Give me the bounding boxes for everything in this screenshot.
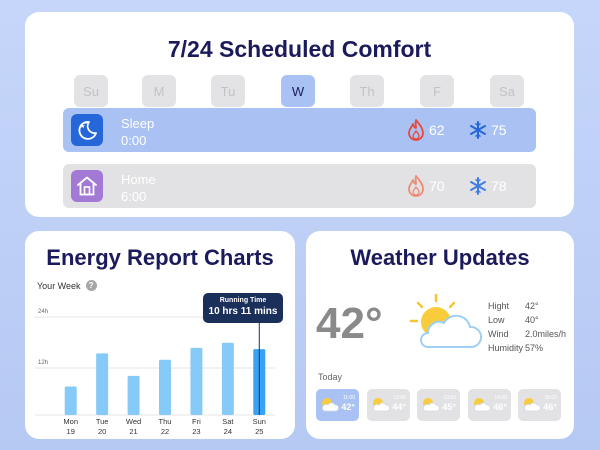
hourly-time: 13:00 [443, 395, 456, 401]
mode-row-home[interactable]: Home 6:00 70 78 [63, 164, 536, 208]
weather-stats: Hight 42° Low 40° Wind 2.0miles/h Humidi… [488, 301, 572, 357]
moon-stars-icon: ★ ★ [71, 114, 103, 146]
stat-high: Hight 42° [488, 301, 572, 315]
hourly-time: 15:00 [544, 395, 557, 401]
partly-cloudy-icon [322, 398, 339, 412]
mode-row-sleep[interactable]: ★ ★ Sleep 0:00 62 75 [63, 108, 536, 152]
hourly-tile[interactable]: 12:00 44° [367, 389, 410, 421]
hourly-temp: 44° [392, 402, 406, 412]
day-selector: Su M Tu W Th F Sa [74, 75, 539, 107]
mode-name: Sleep [121, 116, 155, 131]
house-icon [71, 170, 103, 202]
tooltip-label: Running Time [219, 297, 267, 304]
stat-label: Hight [488, 301, 510, 311]
hourly-temp: 46° [493, 402, 507, 412]
bar-fri[interactable] [190, 347, 203, 415]
bar-sat[interactable] [221, 342, 234, 415]
heat-value: 70 [429, 178, 445, 194]
hourly-forecast: 11:00 42° 12:00 44° 13:00 45° 14:00 46° 15:00 46° [316, 389, 562, 421]
stat-wind: Wind 2.0miles/h [488, 329, 572, 343]
stat-humidity: Humidity 57% [488, 343, 572, 357]
stat-value: 40° [525, 315, 539, 325]
today-label: Today [318, 372, 343, 382]
snowflake-icon [470, 121, 486, 139]
stat-label: Low [488, 315, 505, 325]
x-tick-date: 23 [192, 427, 200, 436]
stat-label: Wind [488, 329, 509, 339]
current-temperature: 42° [316, 299, 383, 348]
bar-tue[interactable] [96, 353, 109, 415]
mode-time: 6:00 [121, 189, 147, 204]
stat-value: 42° [525, 301, 539, 311]
cool-setpoint[interactable]: 75 [469, 120, 507, 140]
flame-icon [408, 175, 424, 197]
partly-cloudy-icon [373, 398, 390, 412]
stat-value: 2.0miles/h [525, 329, 567, 339]
x-tick-day: Thu [159, 417, 172, 426]
hourly-tile[interactable]: 14:00 46° [468, 389, 511, 421]
x-tick-day: Sun [253, 417, 266, 426]
stat-label: Humidity [488, 343, 524, 353]
schedule-title: 7/24 Scheduled Comfort [167, 36, 432, 62]
day-tab-saturday[interactable]: Sa [490, 75, 524, 107]
mode-name: Home [121, 172, 156, 187]
x-tick-date: 25 [255, 427, 263, 436]
energy-card: Energy Report Charts Your Week ? 24h 12h M… [25, 231, 295, 439]
heat-value: 62 [429, 122, 445, 138]
x-tick-day: Tue [96, 417, 109, 426]
schedule-card: 7/24 Scheduled Comfort Su M Tu W Th F Sa… [25, 12, 574, 217]
x-tick-day: Mon [63, 417, 78, 426]
day-tab-wednesday[interactable]: W [281, 75, 315, 107]
x-tick-date: 24 [224, 427, 232, 436]
x-tick-day: Fri [192, 417, 201, 426]
hourly-tile[interactable]: 13:00 45° [417, 389, 460, 421]
bar-mon[interactable] [64, 386, 77, 415]
weather-title: Weather Updates [350, 245, 530, 270]
stat-value: 57% [525, 343, 544, 353]
heat-setpoint[interactable]: 70 [407, 175, 445, 197]
x-tick-day: Wed [126, 417, 141, 426]
hourly-tile[interactable]: 15:00 46° [518, 389, 561, 421]
partly-cloudy-icon [409, 293, 482, 348]
cool-setpoint[interactable]: 78 [469, 176, 507, 196]
x-tick-date: 20 [98, 427, 106, 436]
tooltip-value: 10 hrs 11 mins [208, 306, 278, 317]
svg-text:★: ★ [84, 120, 88, 125]
partly-cloudy-icon [474, 398, 491, 412]
partly-cloudy-icon [524, 398, 541, 412]
flame-icon [408, 119, 424, 141]
x-tick-day: Sat [222, 417, 234, 426]
hourly-temp: 45° [442, 402, 456, 412]
day-tab-sunday[interactable]: Su [74, 75, 108, 107]
hourly-temp: 42° [341, 402, 355, 412]
mode-time: 0:00 [121, 133, 147, 148]
x-tick-date: 22 [161, 427, 169, 436]
day-tab-tuesday[interactable]: Tu [211, 75, 245, 107]
hourly-temp: 46° [543, 402, 557, 412]
cool-value: 75 [491, 122, 507, 138]
energy-bar-chart: 24h 12h Mon19 Tue20 Wed21 Thu22 Fri23 Sat24 Sun2… [35, 309, 275, 436]
bar-wed[interactable] [127, 375, 140, 415]
bar-thu[interactable] [159, 359, 171, 415]
y-tick-label: 12h [38, 360, 48, 366]
day-tab-monday[interactable]: M [142, 75, 176, 107]
weather-card: Weather Updates 42° Hight 42° Low 40° Wi… [306, 231, 574, 439]
snowflake-icon [470, 177, 486, 195]
heat-setpoint[interactable]: 62 [407, 119, 445, 141]
stat-low: Low 40° [488, 315, 572, 329]
running-time-tooltip: Running Time 10 hrs 11 mins [203, 293, 283, 323]
hourly-tile[interactable]: 11:00 42° [316, 389, 359, 421]
hourly-time: 11:00 [342, 395, 355, 401]
cool-value: 78 [491, 178, 507, 194]
x-tick-date: 21 [129, 427, 137, 436]
hourly-time: 12:00 [393, 395, 406, 401]
day-tab-thursday[interactable]: Th [350, 75, 384, 107]
y-tick-label: 24h [38, 309, 48, 315]
x-tick-date: 19 [67, 427, 75, 436]
day-tab-friday[interactable]: F [420, 75, 454, 107]
partly-cloudy-icon [423, 398, 440, 412]
hourly-time: 14:00 [494, 395, 507, 401]
